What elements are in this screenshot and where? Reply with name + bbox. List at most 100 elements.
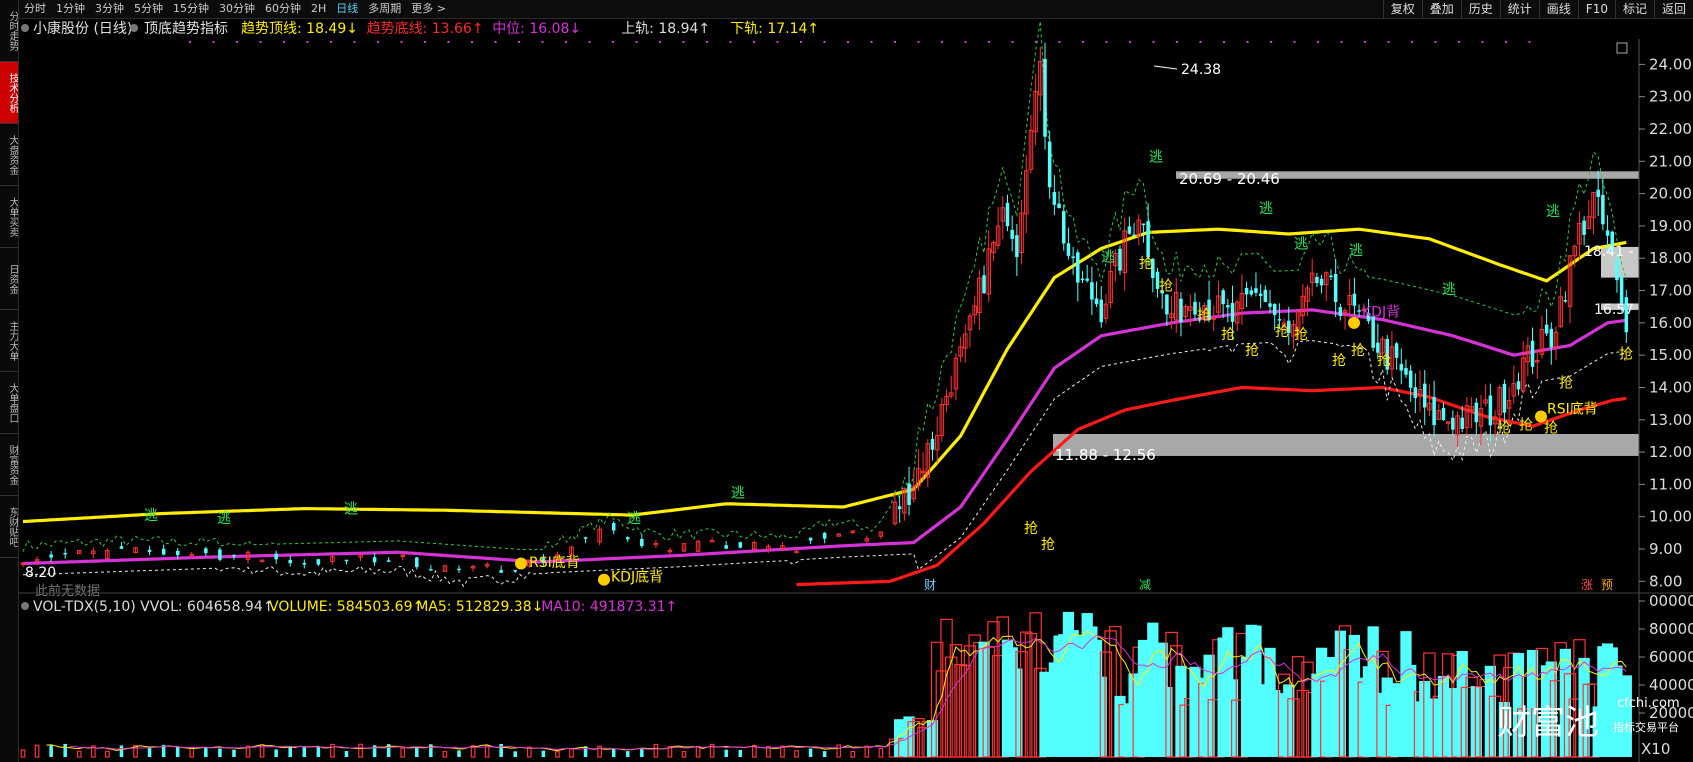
tool-button-2[interactable]: 历史 (1460, 0, 1500, 18)
escape-signal-6: 逃 (1149, 149, 1163, 165)
grab-signal-2: 抢 (1197, 307, 1211, 324)
no-data-label: 此前无数据 (35, 583, 100, 599)
rsi-divergence-icon-2 (1535, 410, 1547, 423)
candle-body (1141, 223, 1146, 226)
header-value-0: 趋势顶线: 18.49↓ (241, 21, 358, 37)
candle-body (1338, 307, 1343, 316)
candle-body (1080, 278, 1085, 281)
tab-4[interactable]: 15分钟 (168, 0, 214, 18)
candle-body (1605, 230, 1610, 236)
top-marker (941, 41, 943, 43)
candle-body (1601, 194, 1605, 225)
nav-item-1[interactable]: 技术分析 (0, 62, 18, 124)
tab-8[interactable]: 日线 (331, 0, 363, 18)
candle-body (457, 568, 461, 571)
candle-body (1263, 289, 1268, 302)
grab-signal-6: 抢 (1294, 326, 1308, 343)
kdj-divergence-label: KDJ底背 (611, 569, 663, 585)
nav-item-4[interactable]: 日资金 (0, 248, 18, 310)
tool-buttons: 复权 叠加 历史 统计 画线 F10 标记 返回 (1382, 0, 1693, 18)
nav-item-6[interactable]: 大单盘口 (0, 372, 18, 434)
candle-body (1432, 396, 1436, 426)
tab-3[interactable]: 5分钟 (129, 0, 168, 18)
tool-button-4[interactable]: 画线 (1538, 0, 1578, 18)
top-marker (1246, 41, 1249, 43)
watermark-sub: 指标交易平台 (1613, 720, 1679, 734)
candle-body (1582, 220, 1586, 235)
nav-item-2[interactable]: 大盘资金 (0, 124, 18, 186)
candle-body (1451, 417, 1455, 430)
nav-item-0[interactable]: 分时走势 (0, 0, 18, 62)
candle-body (1544, 324, 1549, 334)
candle-body (1516, 381, 1521, 390)
candle-body (1015, 235, 1019, 257)
tool-button-6[interactable]: 标记 (1614, 0, 1654, 18)
candle-body (1441, 407, 1446, 421)
price-tick-label: 22.00 (1649, 120, 1692, 138)
candle-body (1258, 293, 1263, 296)
price-tick-label: 20.00 (1649, 185, 1692, 203)
top-marker (847, 41, 849, 43)
nav-item-3[interactable]: 大单买卖 (0, 186, 18, 248)
tab-6[interactable]: 60分钟 (260, 0, 306, 18)
candle-body (1076, 252, 1080, 283)
candle-body (1249, 290, 1254, 295)
candle-body (1394, 343, 1399, 358)
candle-body (1357, 310, 1361, 312)
volume-bar (316, 746, 321, 757)
tab-0[interactable]: 分时 (19, 0, 51, 18)
grab-signal-3: 抢 (1221, 326, 1235, 343)
candle-body (218, 549, 222, 560)
top-marker (776, 41, 779, 43)
top-marker (659, 41, 661, 43)
escape-signal-2: 逃 (344, 501, 358, 517)
top-marker (1317, 41, 1319, 43)
tab-5[interactable]: 30分钟 (214, 0, 260, 18)
candle-body (1047, 141, 1052, 188)
top-marker (306, 41, 309, 43)
tab-2[interactable]: 3分钟 (90, 0, 129, 18)
volume-bar (457, 750, 461, 757)
candle-body (1179, 298, 1183, 322)
candle-body (1010, 229, 1014, 239)
tab-10[interactable]: 更多 > (406, 0, 451, 18)
top-marker (988, 41, 990, 43)
grab-signal-4: 抢 (1245, 342, 1259, 359)
indicator-icon (130, 24, 138, 32)
candle-body (1226, 305, 1230, 308)
candle-body (583, 537, 588, 539)
volume-bar (738, 749, 743, 757)
tool-button-7[interactable]: 返回 (1653, 0, 1693, 18)
top-marker (424, 41, 426, 43)
tab-1[interactable]: 1分钟 (51, 0, 90, 18)
volume-bar (147, 747, 152, 757)
nav-item-5[interactable]: 主力大单 (0, 310, 18, 372)
tool-button-1[interactable]: 叠加 (1421, 0, 1461, 18)
candle-body (1094, 298, 1099, 305)
nav-item-7[interactable]: 财富资金 (0, 434, 18, 496)
top-marker (400, 41, 403, 43)
nav-item-8[interactable]: 东财贴吧 (0, 496, 18, 558)
escape-signal-7: 逃 (1259, 201, 1273, 217)
top-marker (1035, 41, 1037, 43)
candle-body (1099, 299, 1104, 323)
volume-bar (513, 751, 518, 757)
tab-7[interactable]: 2H (306, 0, 331, 18)
top-marker (753, 41, 755, 43)
zone-lower-label: 11.88 - 12.56 (1055, 446, 1156, 464)
tab-9[interactable]: 多周期 (363, 0, 406, 18)
tool-button-3[interactable]: 统计 (1499, 0, 1539, 18)
watermark-logo: 财富池 (1497, 703, 1599, 743)
candle-body (1371, 316, 1375, 348)
volume-bar (175, 746, 180, 757)
price-tick-label: 13.00 (1649, 411, 1692, 429)
event-mark-zhang: 涨 (1581, 577, 1593, 592)
rsi-divergence-label-2: RSI底背 (1547, 401, 1598, 417)
grab-signal-16: 抢 (1041, 536, 1055, 553)
candle-body (1165, 294, 1169, 315)
tool-button-5[interactable]: F10 (1577, 0, 1615, 18)
vol-header-value-3: MA10: 491873.31↑ (541, 599, 677, 615)
tool-button-0[interactable]: 复权 (1382, 0, 1422, 18)
candle-body (1127, 226, 1132, 234)
header-value-2: 中位: 16.08↓ (492, 21, 581, 37)
